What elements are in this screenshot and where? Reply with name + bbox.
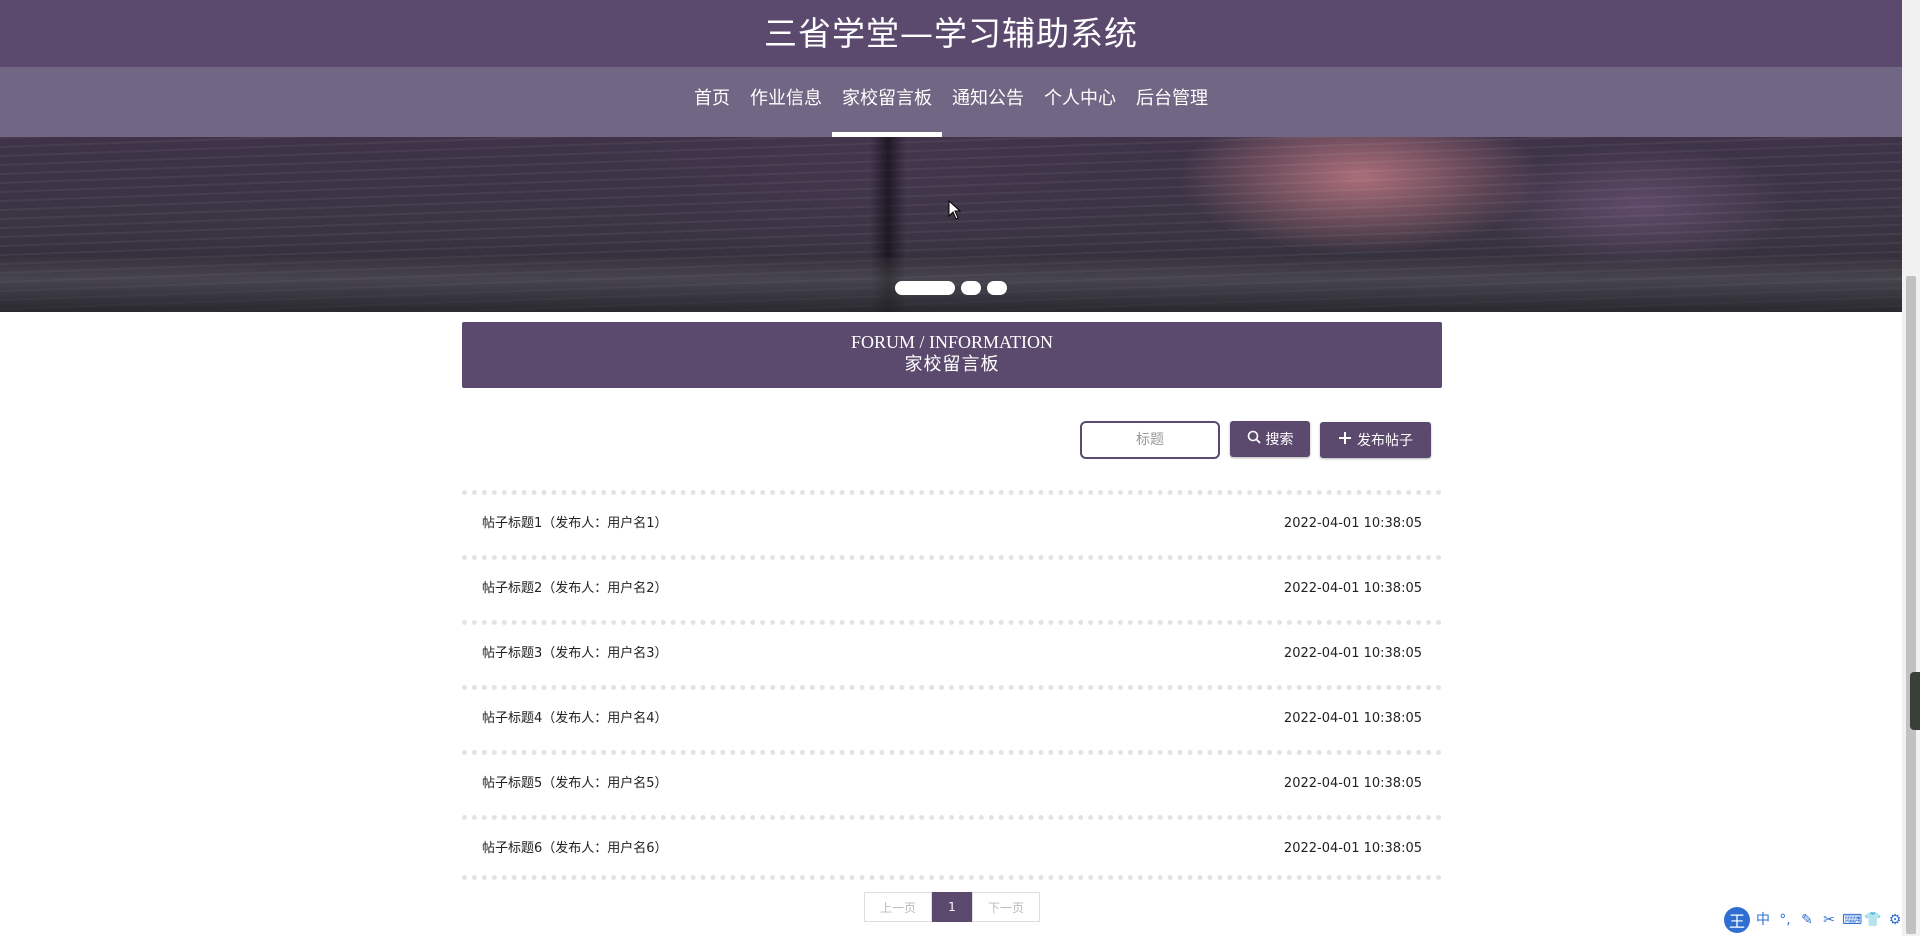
carousel-dot-2[interactable] (961, 281, 981, 295)
nav-item-home[interactable]: 首页 (684, 67, 740, 137)
carousel-dot-1[interactable] (895, 281, 955, 295)
ime-toolbar: 王 中 °, ✎ ✂ ⌨ 👕 ⚙ (1724, 906, 1916, 934)
nav-item-notices[interactable]: 通知公告 (942, 67, 1034, 137)
post-title[interactable]: 帖子标题6（发布人：用户名6） (482, 840, 668, 858)
section-title-bar: FORUM / INFORMATION 家校留言板 (462, 322, 1442, 388)
current-page-button[interactable]: 1 (932, 892, 972, 922)
post-list: 帖子标题1（发布人：用户名1） 2022-04-01 10:38:05 帖子标题… (462, 490, 1442, 880)
post-title[interactable]: 帖子标题2（发布人：用户名2） (482, 580, 668, 598)
post-row[interactable]: 帖子标题3（发布人：用户名3） 2022-04-01 10:38:05 (462, 620, 1442, 685)
section-title-cn: 家校留言板 (904, 354, 1000, 375)
side-drawer-handle[interactable] (1910, 672, 1920, 730)
post-row[interactable]: 帖子标题6（发布人：用户名6） 2022-04-01 10:38:05 (462, 815, 1442, 880)
search-button-label: 搜索 (1265, 432, 1294, 448)
pagination: 上一页 1 下一页 (864, 892, 1040, 922)
post-title[interactable]: 帖子标题4（发布人：用户名4） (482, 710, 668, 728)
post-time: 2022-04-01 10:38:05 (1283, 646, 1422, 661)
nav-item-profile[interactable]: 个人中心 (1034, 67, 1126, 137)
scrollbar-thumb[interactable] (1906, 276, 1916, 934)
page-scrollbar[interactable] (1902, 0, 1920, 936)
shirt-icon[interactable]: 👕 (1864, 911, 1882, 929)
carousel-dot-3[interactable] (987, 281, 1007, 295)
post-row[interactable]: 帖子标题5（发布人：用户名5） 2022-04-01 10:38:05 (462, 750, 1442, 815)
site-title: 三省学堂—学习辅助系统 (764, 14, 1138, 53)
prev-page-button[interactable]: 上一页 (864, 892, 932, 922)
main-nav: 首页 作业信息 家校留言板 通知公告 个人中心 后台管理 (0, 67, 1902, 137)
post-time: 2022-04-01 10:38:05 (1283, 841, 1422, 856)
post-time: 2022-04-01 10:38:05 (1283, 711, 1422, 726)
ime-logo[interactable]: 王 (1724, 907, 1750, 933)
post-row[interactable]: 帖子标题1（发布人：用户名1） 2022-04-01 10:38:05 (462, 490, 1442, 555)
search-input[interactable] (1080, 421, 1220, 459)
new-post-button[interactable]: 发布帖子 (1320, 422, 1431, 458)
plus-icon (1338, 431, 1352, 449)
post-time: 2022-04-01 10:38:05 (1283, 516, 1422, 531)
scissors-icon[interactable]: ✂ (1820, 911, 1838, 929)
post-time: 2022-04-01 10:38:05 (1283, 581, 1422, 596)
settings-gear-icon[interactable]: ⚙ (1886, 911, 1904, 929)
mouse-cursor-icon (948, 200, 962, 220)
search-button[interactable]: 搜索 (1230, 421, 1310, 457)
keyboard-icon[interactable]: ⌨ (1842, 911, 1862, 929)
new-post-button-label: 发布帖子 (1357, 433, 1413, 449)
site-header: 三省学堂—学习辅助系统 (0, 0, 1902, 67)
nav-item-forum[interactable]: 家校留言板 (832, 67, 942, 137)
post-title[interactable]: 帖子标题1（发布人：用户名1） (482, 515, 668, 533)
main-nav-bar: 首页 作业信息 家校留言板 通知公告 个人中心 后台管理 (0, 67, 1902, 137)
post-time: 2022-04-01 10:38:05 (1283, 776, 1422, 791)
pen-icon[interactable]: ✎ (1798, 911, 1816, 929)
post-row[interactable]: 帖子标题2（发布人：用户名2） 2022-04-01 10:38:05 (462, 555, 1442, 620)
section-title-en: FORUM / INFORMATION (850, 332, 1054, 352)
post-title[interactable]: 帖子标题3（发布人：用户名3） (482, 645, 668, 663)
post-row[interactable]: 帖子标题4（发布人：用户名4） 2022-04-01 10:38:05 (462, 685, 1442, 750)
search-icon (1247, 430, 1261, 448)
carousel-indicators (0, 281, 1902, 295)
post-title[interactable]: 帖子标题5（发布人：用户名5） (482, 775, 668, 793)
banner-carousel (0, 137, 1902, 312)
punctuation-icon[interactable]: °, (1776, 911, 1794, 929)
next-page-button[interactable]: 下一页 (972, 892, 1040, 922)
nav-item-admin[interactable]: 后台管理 (1126, 67, 1218, 137)
ime-mode-indicator[interactable]: 中 (1754, 911, 1772, 929)
nav-item-homework[interactable]: 作业信息 (740, 67, 832, 137)
